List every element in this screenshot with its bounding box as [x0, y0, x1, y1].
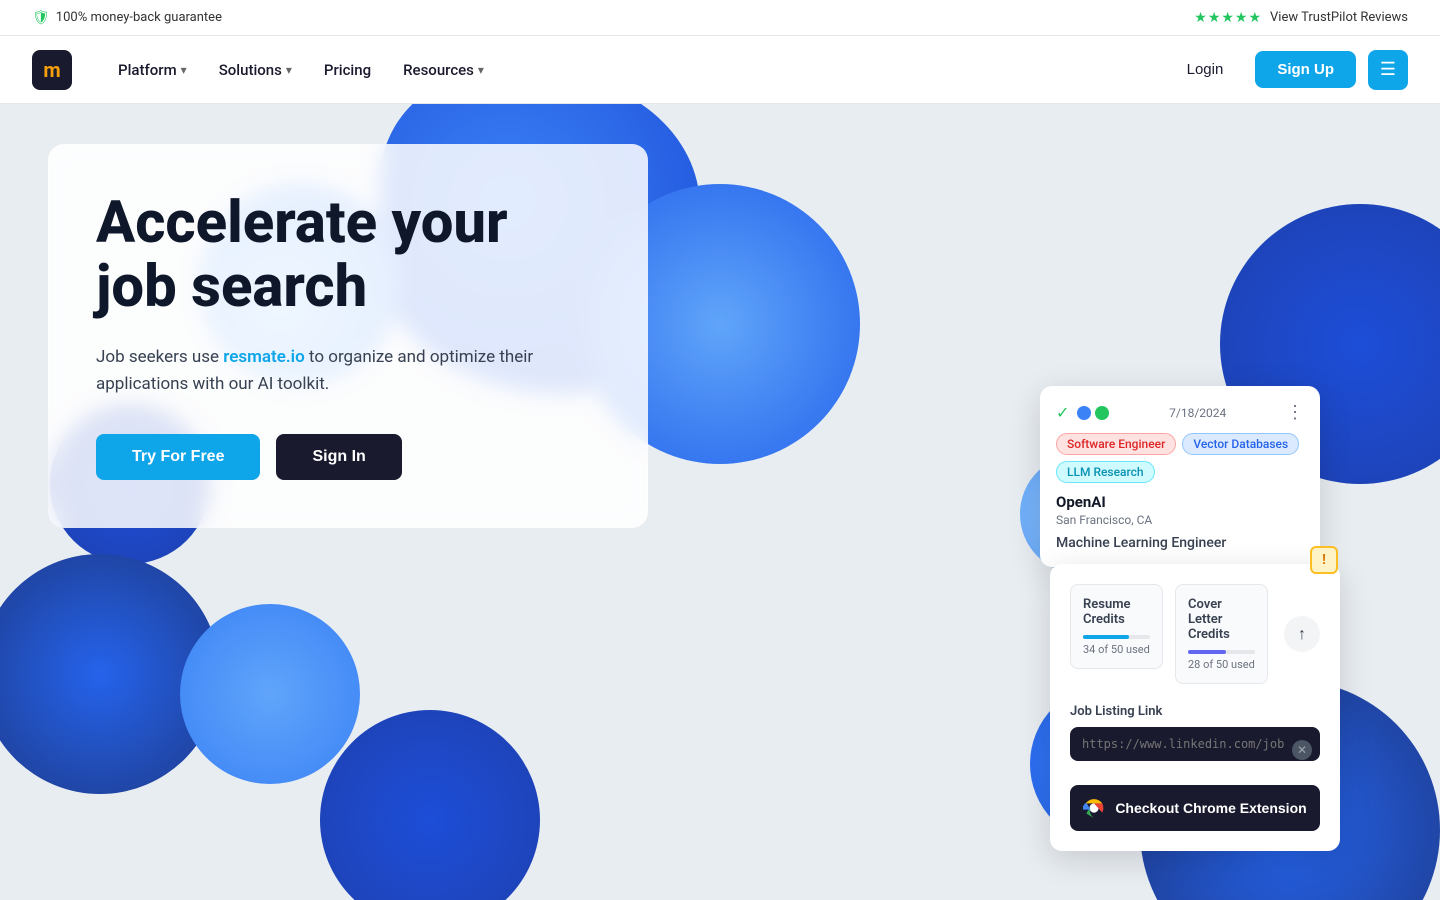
hero-buttons: Try For Free Sign In — [96, 434, 600, 480]
exclaim-icon: ! — [1322, 552, 1326, 568]
exclaim-badge: ! — [1310, 546, 1338, 574]
blob-decoration-6 — [180, 604, 360, 784]
company-name: OpenAI — [1056, 493, 1304, 511]
hamburger-icon: ☰ — [1380, 59, 1396, 80]
cover-credits-fill — [1188, 650, 1226, 654]
resume-credits-fill — [1083, 635, 1129, 639]
cover-credits-card: Cover Letter Credits 28 of 50 used — [1175, 584, 1268, 684]
nav-platform[interactable]: Platform ▾ — [104, 53, 201, 87]
google-icon — [1083, 797, 1105, 819]
resume-credits-title: Resume Credits — [1083, 597, 1150, 627]
job-tags: Software Engineer Vector Databases LLM R… — [1056, 433, 1304, 483]
tag-llm-research: LLM Research — [1056, 461, 1155, 483]
credits-row: Resume Credits 34 of 50 used Cover Lette… — [1070, 584, 1320, 684]
navbar: m Platform ▾ Solutions ▾ Pricing Resourc… — [0, 36, 1440, 104]
job-listing-label: Job Listing Link — [1070, 704, 1320, 719]
resume-credits-card: Resume Credits 34 of 50 used — [1070, 584, 1163, 669]
star-icons: ★★★★★ — [1194, 10, 1262, 26]
url-input-wrapper: ✕ — [1070, 727, 1320, 773]
top-bar: 🛡 100% money-back guarantee ★★★★★ View T… — [0, 0, 1440, 36]
cover-credits-title: Cover Letter Credits — [1188, 597, 1255, 642]
job-card-header-left: ✓ — [1056, 403, 1109, 422]
nav-resources[interactable]: Resources ▾ — [389, 53, 498, 87]
nav-links: Platform ▾ Solutions ▾ Pricing Resources… — [104, 53, 1167, 87]
subtitle-before: Job seekers use — [96, 347, 223, 367]
guarantee-text: 100% money-back guarantee — [56, 10, 222, 25]
job-date: 7/18/2024 — [1169, 406, 1226, 420]
upload-icon[interactable]: ↑ — [1284, 616, 1320, 652]
sign-in-button[interactable]: Sign In — [276, 434, 401, 480]
job-role-title: Machine Learning Engineer — [1056, 535, 1304, 551]
platform-label: Platform — [118, 61, 177, 79]
try-free-button[interactable]: Try For Free — [96, 434, 260, 480]
resources-label: Resources — [403, 61, 474, 79]
logo[interactable]: m — [32, 50, 72, 90]
shield-icon: 🛡 — [32, 10, 50, 26]
url-input[interactable] — [1070, 727, 1320, 761]
chrome-btn-label: Checkout Chrome Extension — [1115, 800, 1306, 816]
blob-decoration-7 — [320, 710, 540, 900]
tag-vector-databases: Vector Databases — [1182, 433, 1299, 455]
cover-credits-bar — [1188, 650, 1255, 654]
logo-letter: m — [43, 58, 60, 82]
solutions-label: Solutions — [219, 61, 282, 79]
signup-button[interactable]: Sign Up — [1255, 51, 1356, 88]
job-card-header: ✓ 7/18/2024 ⋮ — [1056, 402, 1304, 423]
check-icon: ✓ — [1056, 403, 1069, 422]
hero-card: Accelerate your job search Job seekers u… — [48, 144, 648, 528]
resources-chevron: ▾ — [478, 63, 484, 77]
hero-section: Accelerate your job search Job seekers u… — [0, 104, 1440, 900]
resume-credits-used: 34 of 50 used — [1083, 643, 1150, 656]
status-dots — [1077, 406, 1109, 420]
pricing-label: Pricing — [324, 61, 371, 79]
nav-solutions[interactable]: Solutions ▾ — [205, 53, 306, 87]
hero-title: Accelerate your job search — [96, 192, 600, 320]
tag-software-engineer: Software Engineer — [1056, 433, 1176, 455]
cover-credits-used: 28 of 50 used — [1188, 658, 1255, 671]
chrome-extension-button[interactable]: Checkout Chrome Extension — [1070, 785, 1320, 831]
company-location: San Francisco, CA — [1056, 513, 1304, 527]
hero-title-line2: job search — [96, 253, 367, 321]
dot-green — [1095, 406, 1109, 420]
trustpilot-section: ★★★★★ View TrustPilot Reviews — [1194, 10, 1408, 26]
platform-chevron: ▾ — [181, 63, 187, 77]
trustpilot-link[interactable]: View TrustPilot Reviews — [1270, 10, 1408, 25]
more-button[interactable]: ⋮ — [1286, 402, 1304, 423]
hero-subtitle: Job seekers use resmate.io to organize a… — [96, 344, 600, 398]
login-button[interactable]: Login — [1167, 53, 1244, 86]
extension-widget: Resume Credits 34 of 50 used Cover Lette… — [1050, 564, 1340, 851]
job-card-widget: ✓ 7/18/2024 ⋮ Software Engineer Vector D… — [1040, 386, 1320, 567]
guarantee-section: 🛡 100% money-back guarantee — [32, 10, 222, 26]
solutions-chevron: ▾ — [286, 63, 292, 77]
hero-title-line1: Accelerate your — [96, 189, 508, 257]
nav-pricing[interactable]: Pricing — [310, 53, 385, 87]
dot-blue — [1077, 406, 1091, 420]
hamburger-button[interactable]: ☰ — [1368, 50, 1408, 90]
nav-right: Login Sign Up ☰ — [1167, 50, 1408, 90]
resmate-link[interactable]: resmate.io — [223, 347, 304, 367]
url-clear-button[interactable]: ✕ — [1292, 740, 1312, 760]
logo-icon: m — [32, 50, 72, 90]
resume-credits-bar — [1083, 635, 1150, 639]
